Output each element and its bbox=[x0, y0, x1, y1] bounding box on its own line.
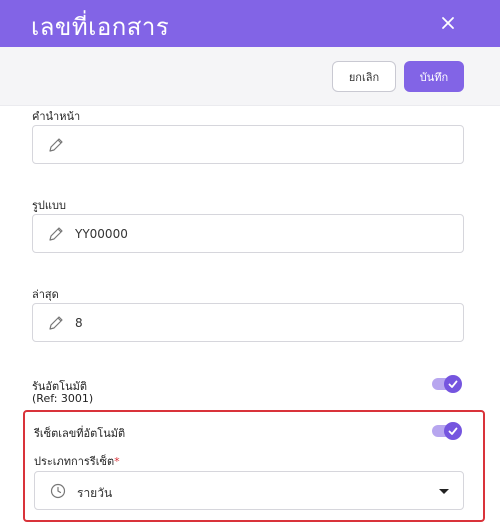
latest-label: ล่าสุด bbox=[32, 288, 59, 301]
clock-icon bbox=[49, 482, 67, 500]
auto-reset-label: รีเซ็ตเลขที่อัตโนมัติ bbox=[34, 427, 126, 440]
prefix-label: คำนำหน้า bbox=[32, 110, 81, 123]
format-input[interactable]: YY00000 bbox=[32, 214, 464, 253]
reset-type-label-text: ประเภทการรีเซ็ต bbox=[34, 455, 115, 468]
auto-run-ref: (Ref: 3001) bbox=[32, 392, 94, 405]
check-icon bbox=[444, 375, 462, 393]
auto-reset-toggle[interactable] bbox=[432, 422, 462, 440]
dialog-header: เลขที่เอกสาร bbox=[0, 0, 500, 47]
required-mark: * bbox=[114, 455, 120, 468]
reset-type-label: ประเภทการรีเซ็ต* bbox=[34, 452, 120, 470]
reset-type-value: รายวัน bbox=[77, 486, 113, 500]
format-value: YY00000 bbox=[75, 227, 128, 241]
pencil-icon bbox=[47, 225, 65, 243]
latest-value: 8 bbox=[75, 316, 83, 330]
action-toolbar: ยกเลิก บันทึก bbox=[0, 47, 500, 106]
check-icon bbox=[444, 422, 462, 440]
dialog-title: เลขที่เอกสาร bbox=[31, 13, 170, 41]
close-icon[interactable] bbox=[437, 12, 459, 34]
prefix-input[interactable] bbox=[32, 125, 464, 164]
chevron-down-icon bbox=[439, 489, 449, 494]
reset-type-select[interactable]: รายวัน bbox=[34, 471, 464, 510]
format-label: รูปแบบ bbox=[32, 199, 66, 212]
save-button[interactable]: บันทึก bbox=[404, 61, 464, 92]
auto-run-toggle[interactable] bbox=[432, 375, 462, 393]
cancel-button[interactable]: ยกเลิก bbox=[332, 61, 396, 92]
pencil-icon bbox=[47, 314, 65, 332]
latest-input[interactable]: 8 bbox=[32, 303, 464, 342]
pencil-icon bbox=[47, 136, 65, 154]
